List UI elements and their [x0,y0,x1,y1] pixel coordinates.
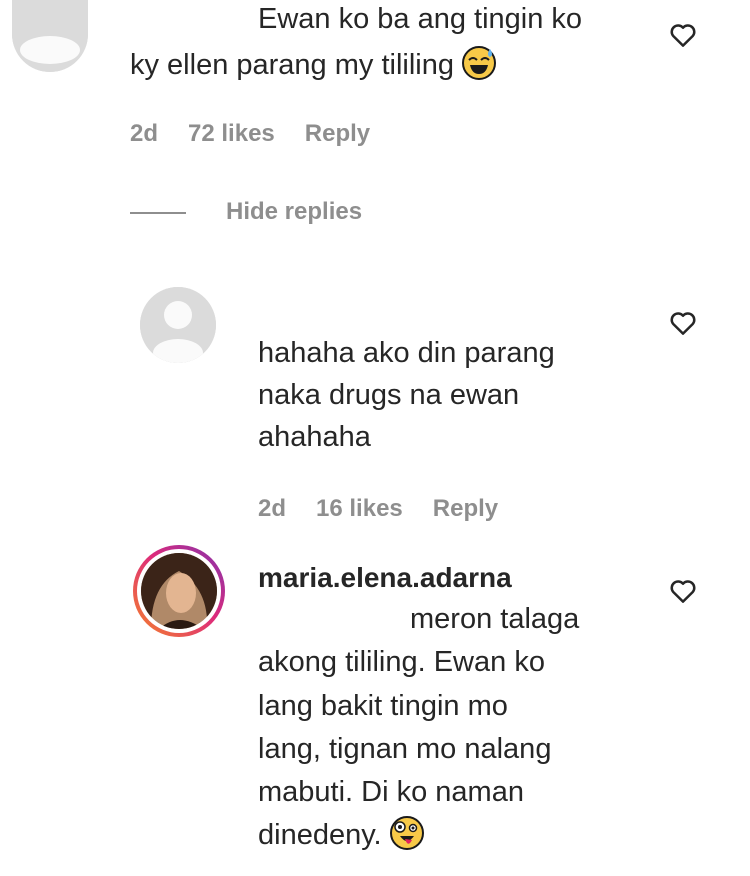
comment-text: dinedeny. [258,814,424,856]
hide-replies-button[interactable]: Hide replies [226,198,362,226]
comment-age: 2d [258,495,287,522]
hide-replies-divider [130,212,186,214]
sweat-smile-emoji [462,46,497,80]
comment-text: lang, tignan mo nalang [258,733,552,765]
heart-outline-icon[interactable] [668,20,698,50]
comment-text: hahaha ako din parang [258,337,555,369]
reply-button[interactable]: Reply [433,495,498,523]
comment-meta: 2d 72 likes Reply [130,120,370,148]
comment-text: ky ellen parang my tililing [130,44,497,86]
comment-meta: 2d 16 likes Reply [258,495,498,523]
default-avatar-icon [12,0,88,72]
default-avatar-icon [140,287,216,363]
comment-text: Ewan ko ba ang tingin ko [258,3,583,35]
reply-button[interactable]: Reply [305,120,370,148]
comment-text: ahahaha [258,421,371,453]
avatar[interactable] [133,545,225,637]
heart-outline-icon[interactable] [668,576,698,606]
profile-photo [141,553,217,629]
avatar[interactable] [140,287,216,363]
comment-text: meron talaga [410,603,580,635]
avatar[interactable] [12,0,88,72]
comment-text: mabuti. Di ko naman [258,776,524,808]
heart-outline-icon[interactable] [668,308,698,338]
comment-age: 2d [130,120,159,147]
comment-text: akong tililing. Ewan ko [258,646,545,678]
comment-likes[interactable]: 72 likes [188,120,275,148]
zany-face-emoji [389,816,424,850]
comment-text: lang bakit tingin mo [258,690,508,722]
comment-text: naka drugs na ewan [258,379,520,411]
comment-username[interactable]: maria.elena.adarna [258,562,512,594]
comment-likes[interactable]: 16 likes [316,495,403,523]
